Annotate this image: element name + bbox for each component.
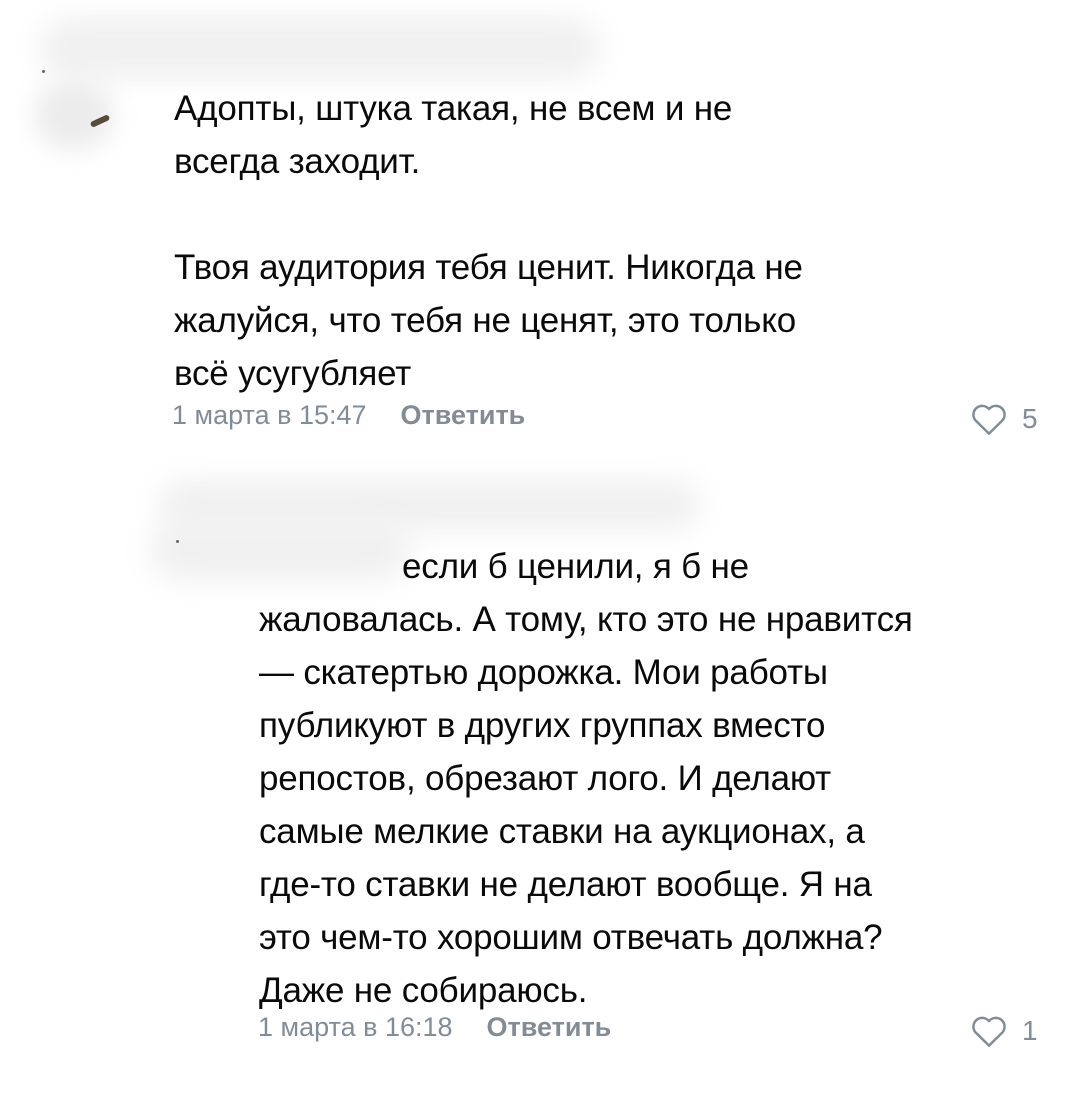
like-count: 5	[1022, 403, 1038, 434]
comment-date[interactable]: 1 марта в 16:18	[258, 1012, 453, 1043]
like-button[interactable]: 5	[970, 402, 1038, 436]
comment-text-first-line: если б ценили, я б не	[402, 547, 749, 586]
comment-meta: 1 марта в 16:18 Ответить	[258, 1012, 611, 1043]
redaction-artifact	[176, 540, 179, 543]
comment-text: если б ценили, я б не жаловалась. А тому,…	[259, 540, 1059, 1017]
comment-1: Адопты, штука такая, не всем и не всегда…	[0, 0, 1080, 460]
reply-button[interactable]: Ответить	[487, 1012, 612, 1043]
redaction-artifact	[42, 70, 45, 73]
like-button[interactable]: 1	[970, 1014, 1038, 1048]
avatar	[34, 80, 114, 150]
heart-outline-icon	[972, 404, 1006, 435]
comment-meta: 1 марта в 15:47 Ответить	[172, 400, 525, 431]
redacted-author-name	[40, 18, 600, 78]
reply-button[interactable]: Ответить	[401, 400, 526, 431]
comment-text-rest: жаловалась. А тому, кто это не нравится …	[259, 600, 913, 1010]
heart-outline-icon	[972, 1016, 1006, 1047]
like-count: 1	[1022, 1015, 1038, 1046]
comment-text: Адопты, штука такая, не всем и не всегда…	[174, 89, 803, 393]
comment-2: если б ценили, я б не жаловалась. А тому,…	[0, 460, 1080, 1112]
comment-date[interactable]: 1 марта в 15:47	[172, 400, 367, 431]
